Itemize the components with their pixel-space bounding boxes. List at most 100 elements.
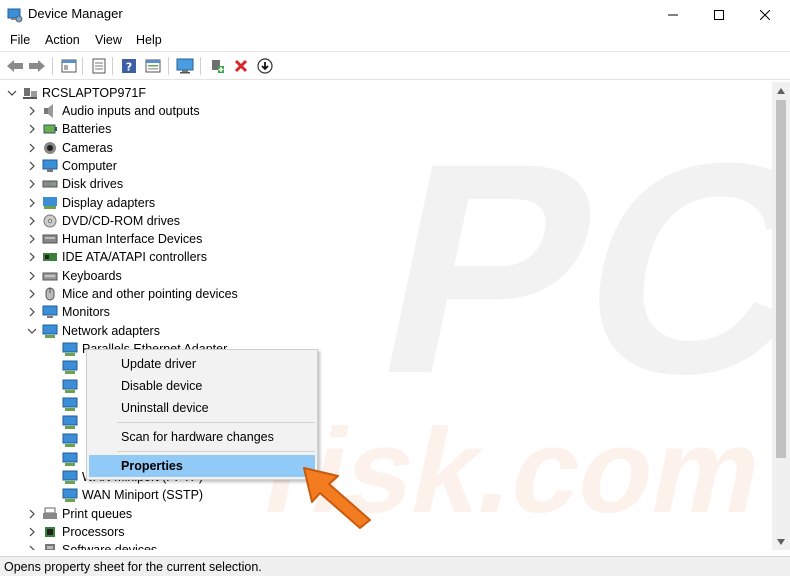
view-button[interactable] (142, 55, 164, 77)
minimize-button[interactable] (650, 0, 696, 30)
tree-item-monitors[interactable]: Monitors (26, 303, 110, 321)
menu-action[interactable]: Action (45, 33, 80, 47)
chevron-right-icon[interactable] (26, 157, 38, 175)
tree-item-ide-ata-atapi-controllers[interactable]: IDE ATA/ATAPI controllers (26, 248, 207, 266)
enable-device-button[interactable] (254, 55, 276, 77)
chevron-down-icon[interactable] (26, 322, 38, 340)
menu-file[interactable]: File (10, 33, 30, 47)
toolbar-separator (52, 57, 53, 75)
vertical-scrollbar[interactable] (772, 82, 790, 550)
tree-root[interactable]: RCSLAPTOP971F (6, 84, 146, 102)
computer-icon (42, 159, 58, 172)
computer-root-icon (23, 88, 37, 99)
chevron-right-icon[interactable] (26, 230, 38, 248)
uninstall-device-button[interactable] (230, 55, 252, 77)
toolbar: ? (0, 52, 790, 80)
menu-properties[interactable]: Properties (89, 455, 315, 477)
tree-item-print-queues[interactable]: Print queues (26, 505, 132, 523)
chevron-right-icon[interactable] (26, 102, 38, 120)
annotation-arrow-icon (303, 467, 371, 529)
tree-item-label: Disk drives (62, 177, 124, 192)
tree-item-software-devices[interactable]: Software devices (26, 541, 157, 550)
network-adapter-item[interactable] (62, 413, 82, 431)
chevron-right-icon[interactable] (26, 541, 38, 550)
scan-hardware-button[interactable] (174, 55, 196, 77)
chevron-up-icon (777, 87, 785, 94)
properties-icon (92, 58, 106, 74)
chevron-right-icon[interactable] (26, 120, 38, 138)
tree-item-label: IDE ATA/ATAPI controllers (62, 250, 207, 265)
chevron-right-icon[interactable] (26, 212, 38, 230)
chevron-right-icon[interactable] (26, 303, 38, 321)
chevron-right-icon[interactable] (26, 505, 38, 523)
update-driver-button[interactable] (206, 55, 228, 77)
disk-drive-icon (42, 180, 58, 188)
network-adapter-icon (62, 452, 78, 466)
properties-button[interactable] (88, 55, 110, 77)
maximize-button[interactable] (696, 0, 742, 30)
dvd-drive-icon (43, 214, 57, 228)
software-device-icon (45, 544, 55, 550)
network-adapter-item[interactable] (62, 377, 82, 395)
network-adapter-item[interactable] (62, 431, 82, 449)
tree-item-batteries[interactable]: Batteries (26, 120, 111, 138)
scroll-thumb[interactable] (776, 100, 786, 458)
chevron-right-icon[interactable] (26, 267, 38, 285)
menu-update-driver[interactable]: Update driver (89, 353, 315, 375)
show-hide-console-button[interactable] (58, 55, 80, 77)
tree-item-processors[interactable]: Processors (26, 523, 125, 541)
menu-uninstall-device[interactable]: Uninstall device (89, 397, 315, 419)
forward-button[interactable] (26, 55, 48, 77)
network-adapter-icon (62, 360, 78, 375)
chevron-right-icon[interactable] (26, 139, 38, 157)
tree-item-disk-drives[interactable]: Disk drives (26, 175, 123, 193)
tree-item-label: Network adapters (62, 323, 160, 338)
tree-item-display-adapters[interactable]: Display adapters (26, 194, 155, 212)
tree-item-label: Display adapters (62, 195, 156, 210)
network-adapter-item[interactable] (62, 450, 82, 468)
tree-item-computer[interactable]: Computer (26, 157, 117, 175)
back-button[interactable] (4, 55, 26, 77)
tree-item-human-interface-devices[interactable]: Human Interface Devices (26, 230, 202, 248)
tree-item-label: Audio inputs and outputs (62, 104, 200, 118)
network-adapter-item[interactable] (62, 395, 82, 413)
network-adapter-item[interactable]: WAN Miniport (SSTP) (62, 486, 203, 504)
tree-item-network-adapters[interactable]: Network adapters (26, 322, 160, 340)
title-bar: Device Manager (0, 0, 790, 30)
scroll-down-button[interactable] (772, 533, 790, 550)
tree-item-label: Software devices (62, 543, 157, 550)
network-adapter-icon (62, 397, 78, 411)
help-button[interactable]: ? (118, 55, 140, 77)
battery-icon (43, 124, 57, 134)
chevron-right-icon[interactable] (26, 175, 38, 193)
chevron-right-icon[interactable] (26, 248, 38, 266)
context-menu: Update driver Disable device Uninstall d… (86, 349, 318, 480)
toolbar-separator (168, 57, 169, 75)
tree-item-keyboards[interactable]: Keyboards (26, 267, 122, 285)
tree-item-mice-and-other-pointing-devices[interactable]: Mice and other pointing devices (26, 285, 238, 303)
device-manager-icon (7, 8, 23, 23)
tree-item-label: WAN Miniport (SSTP) (82, 488, 204, 503)
tree-item-audio-inputs-and-outputs[interactable]: Audio inputs and outputs (26, 102, 200, 120)
tree-item-label: Cameras (62, 140, 113, 155)
tree-item-label: Batteries (62, 122, 112, 137)
tree-item-dvd-cd-rom-drives[interactable]: DVD/CD-ROM drives (26, 212, 180, 230)
maximize-icon (714, 10, 724, 20)
show-hide-icon (61, 59, 77, 73)
network-adapter-icon (62, 415, 78, 430)
chevron-down-icon[interactable] (6, 84, 18, 102)
menu-disable-device[interactable]: Disable device (89, 375, 315, 397)
close-button[interactable] (742, 0, 788, 30)
scroll-up-button[interactable] (772, 82, 790, 99)
back-icon (7, 60, 23, 72)
chevron-right-icon[interactable] (26, 285, 38, 303)
processor-icon (45, 526, 55, 537)
close-icon (760, 10, 770, 20)
chevron-right-icon[interactable] (26, 523, 38, 541)
menu-help[interactable]: Help (136, 33, 162, 47)
tree-item-cameras[interactable]: Cameras (26, 139, 113, 157)
menu-scan-hardware[interactable]: Scan for hardware changes (89, 426, 315, 448)
chevron-right-icon[interactable] (26, 194, 38, 212)
network-adapter-item[interactable] (62, 358, 82, 376)
menu-view[interactable]: View (95, 33, 122, 47)
